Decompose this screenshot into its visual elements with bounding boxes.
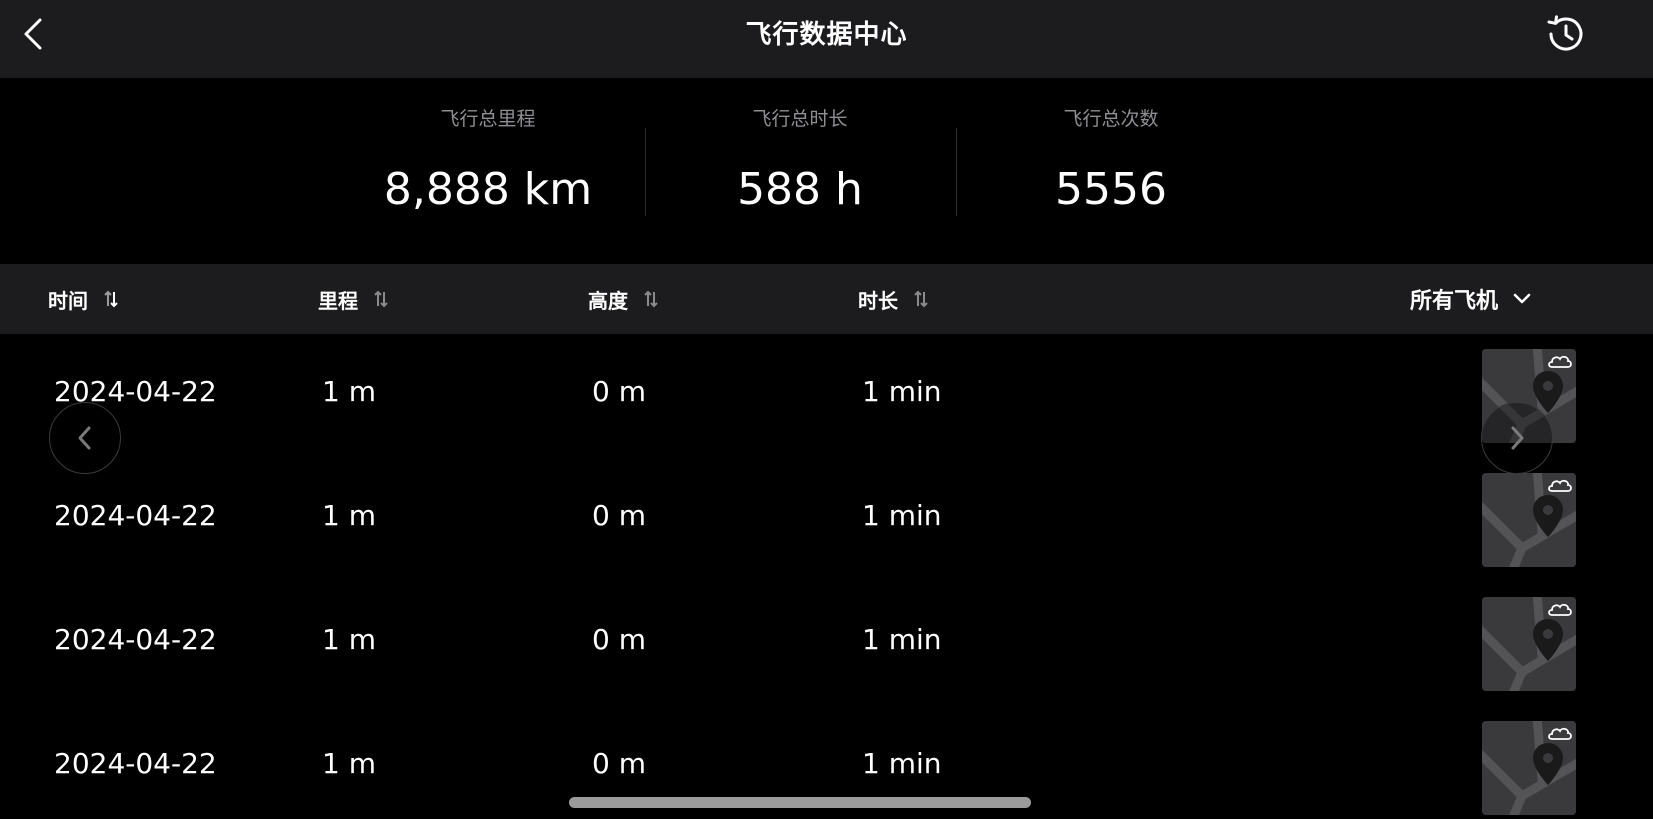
- total-count-label: 飞行总次数: [1063, 108, 1159, 130]
- flight-record-row[interactable]: 2024-04-22 1 m 0 m 1 min: [0, 582, 1653, 706]
- total-distance-value: 8,888 km: [383, 164, 593, 215]
- stat-divider: [956, 128, 957, 216]
- flight-distance: 1 m: [322, 747, 376, 780]
- sort-by-distance[interactable]: 里程: [318, 264, 390, 334]
- column-header-bar: 时间 里程 高度 时长 所有飞机: [0, 264, 1653, 334]
- flight-duration: 1 min: [862, 375, 942, 408]
- flight-altitude: 0 m: [592, 499, 646, 532]
- distance-column-label: 里程: [318, 288, 358, 313]
- flight-date: 2024-04-22: [54, 499, 217, 532]
- home-indicator[interactable]: [569, 797, 1031, 808]
- sort-icon: [374, 290, 388, 308]
- aircraft-filter-label: 所有飞机: [1410, 289, 1499, 314]
- map-thumbnail[interactable]: [1482, 473, 1576, 567]
- flight-distance: 1 m: [322, 623, 376, 656]
- map-thumbnail[interactable]: [1482, 597, 1576, 691]
- map-thumbnail[interactable]: [1482, 721, 1576, 815]
- flight-altitude: 0 m: [592, 375, 646, 408]
- time-column-label: 时间: [48, 288, 88, 313]
- sort-icon: [104, 290, 118, 308]
- sort-by-time[interactable]: 时间: [48, 264, 120, 334]
- aircraft-filter-dropdown[interactable]: 所有飞机: [1410, 264, 1532, 334]
- flight-altitude: 0 m: [592, 623, 646, 656]
- flight-duration: 1 min: [862, 499, 942, 532]
- history-icon: [1547, 15, 1583, 51]
- sort-by-altitude[interactable]: 高度: [588, 264, 660, 334]
- chevron-right-icon: [1511, 426, 1524, 450]
- history-button[interactable]: [1542, 12, 1586, 56]
- flight-summary: 飞行总里程 8,888 km 飞行总时长 588 h 飞行总次数 5556: [0, 78, 1653, 264]
- total-duration-value: 588 h: [737, 164, 863, 215]
- flight-record-row[interactable]: 2024-04-22 1 m 0 m 1 min: [0, 458, 1653, 582]
- sort-by-duration[interactable]: 时长: [858, 264, 930, 334]
- altitude-column-label: 高度: [588, 288, 628, 313]
- top-navigation-bar: 飞行数据中心: [0, 0, 1653, 78]
- flight-data-center-screen: 飞行数据中心 飞行总里程 8,888 km 飞行总时长 588 h 飞行总次数 …: [0, 0, 1653, 819]
- sort-icon: [644, 290, 658, 308]
- total-count-value: 5556: [1055, 164, 1167, 215]
- chevron-down-icon: [1513, 293, 1531, 304]
- stat-divider: [645, 128, 646, 216]
- duration-column-label: 时长: [858, 288, 898, 313]
- sort-icon: [914, 290, 928, 308]
- next-page-button[interactable]: [1481, 402, 1553, 474]
- flight-distance: 1 m: [322, 499, 376, 532]
- page-title: 飞行数据中心: [745, 20, 908, 50]
- flight-duration: 1 min: [862, 623, 942, 656]
- flight-distance: 1 m: [322, 375, 376, 408]
- flight-date: 2024-04-22: [54, 747, 217, 780]
- total-duration-label: 飞行总时长: [752, 108, 848, 130]
- total-distance-label: 飞行总里程: [440, 108, 536, 130]
- flight-duration: 1 min: [862, 747, 942, 780]
- chevron-left-icon: [78, 426, 91, 450]
- flight-altitude: 0 m: [592, 747, 646, 780]
- flight-record-row[interactable]: 2024-04-22 1 m 0 m 1 min: [0, 334, 1653, 458]
- previous-page-button[interactable]: [49, 402, 121, 474]
- flight-date: 2024-04-22: [54, 623, 217, 656]
